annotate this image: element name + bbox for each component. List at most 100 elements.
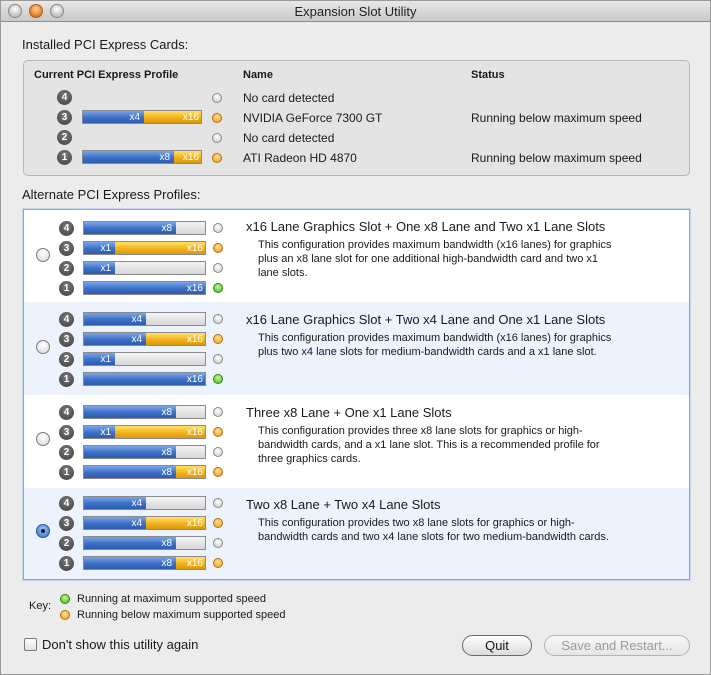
status-led-green [213,283,223,293]
lane-bar: x4 x16 [83,332,206,346]
status-led-off [213,354,223,364]
lane-bar: x16 [83,281,206,295]
description-line: three graphics cards. [258,453,361,465]
name-header: Name [243,69,273,81]
lane-segment: x1 [84,262,115,274]
key-label: Key: [29,600,52,612]
status-led-orange [212,113,222,123]
profile-option[interactable]: 4 x4 3 x4 x16 2 x1 1 x16 x16 Lane Graphi… [24,302,689,395]
description-line: lane slots. [258,267,308,279]
status-led-orange [213,467,223,477]
status-led-orange [213,518,223,528]
lane-bar: x8 x16 [82,150,202,164]
status-led-off [212,133,222,143]
dont-show-again-checkbox[interactable] [24,638,37,651]
card-name: NVIDIA GeForce 7300 GT [243,111,383,125]
status-led-orange [213,334,223,344]
status-led-off [213,314,223,324]
key-orange-text: Running below maximum supported speed [77,609,286,621]
lane-segment-x16: x16 [174,151,201,163]
lane-segment: x4 [84,333,146,345]
lane-segment: x16 [176,466,205,478]
profile-option[interactable]: 4 x8 3 x1 x16 2 x1 1 x16 x16 Lane Graphi… [24,210,689,302]
status-led-orange [212,153,222,163]
slot-number-badge: 3 [59,241,74,256]
status-header: Status [471,69,505,81]
alternate-profiles-label: Alternate PCI Express Profiles: [22,187,201,202]
profile-title: x16 Lane Graphics Slot + Two x4 Lane and… [246,312,606,327]
lane-segment-x4: x4 [83,111,144,123]
description-line: bandwidth cards and two x4 lane slots fo… [258,531,609,543]
status-led-green [213,374,223,384]
lane-bar: x4 [83,312,206,326]
lane-bar: x4 x16 [82,110,202,124]
lane-bar: x1 x16 [83,241,206,255]
slot-number-badge: 4 [59,496,74,511]
status-led-orange [213,243,223,253]
lane-bar: x8 [83,445,206,459]
lane-bar: x4 x16 [83,516,206,530]
key-green-text: Running at maximum supported speed [77,593,266,605]
lane-segment: x1 [84,426,115,438]
window-title: Expansion Slot Utility [294,4,417,19]
lane-segment: x16 [176,557,205,569]
lane-segment: x8 [84,466,176,478]
lane-segment: x16 [115,426,205,438]
profile-description: This configuration provides three x8 lan… [258,424,668,466]
lane-bar: x8 [83,536,206,550]
status-led-off [213,447,223,457]
profile-description: This configuration provides maximum band… [258,331,668,359]
profile-radio-button-selected[interactable] [36,524,50,538]
quit-button[interactable]: Quit [462,635,532,656]
current-profile-header: Current PCI Express Profile [34,69,179,81]
status-led-orange [213,427,223,437]
description-line: This configuration provides maximum band… [258,239,612,251]
description-line: This configuration provides two x8 lane … [258,517,575,529]
card-name: No card detected [243,91,335,105]
lane-segment: x8 [84,557,176,569]
slot-number-badge: 4 [59,312,74,327]
slot-number-badge: 4 [59,221,74,236]
profile-description: This configuration provides maximum band… [258,238,668,280]
lane-bar: x4 [83,496,206,510]
slot-number-badge: 1 [59,372,74,387]
slot-number-badge: 2 [59,445,74,460]
profile-option[interactable]: 4 x4 3 x4 x16 2 x8 1 x8 x16 Two x8 Lane [24,488,689,579]
dont-show-again-label[interactable]: Don't show this utility again [42,637,198,652]
profile-radio-button[interactable] [36,340,50,354]
slot-number-badge: 4 [59,405,74,420]
status-led-orange [213,558,223,568]
profile-title: x16 Lane Graphics Slot + One x8 Lane and… [246,219,606,234]
key-green-led-icon [60,594,70,604]
status-led-off [213,263,223,273]
slot-number-badge: 3 [59,516,74,531]
lane-segment: x16 [84,373,205,385]
lane-segment-x16: x16 [144,111,201,123]
lane-segment: x16 [84,282,205,294]
lane-segment: x16 [146,517,205,529]
profile-option[interactable]: 4 x8 3 x1 x16 2 x8 1 x8 x16 Three x8 Lan [24,395,689,488]
lane-segment-x8: x8 [83,151,174,163]
lane-segment: x8 [84,406,176,418]
alternate-profiles-list[interactable]: 4 x8 3 x1 x16 2 x1 1 x16 x16 Lane Graphi… [23,209,690,580]
slot-number-badge: 2 [57,130,72,145]
profile-description: This configuration provides two x8 lane … [258,516,668,544]
slot-number-badge: 1 [57,150,72,165]
slot-number-badge: 3 [59,332,74,347]
description-line: This configuration provides three x8 lan… [258,425,583,437]
status-led-off [213,498,223,508]
profile-radio-button[interactable] [36,432,50,446]
slot-number-badge: 2 [59,352,74,367]
lane-bar: x8 x16 [83,465,206,479]
slot-number-badge: 1 [59,556,74,571]
lane-segment: x1 [84,353,115,365]
lane-segment: x4 [84,313,146,325]
card-status: Running below maximum speed [471,151,642,165]
slot-number-badge: 3 [57,110,72,125]
profile-radio-button[interactable] [36,248,50,262]
status-led-off [212,93,222,103]
slot-number-badge: 2 [59,536,74,551]
description-line: bandwidth cards, and a x1 lane slot. Thi… [258,439,600,451]
save-and-restart-button[interactable]: Save and Restart... [544,635,690,656]
description-line: plus an x8 lane slot for one additional … [258,253,599,265]
